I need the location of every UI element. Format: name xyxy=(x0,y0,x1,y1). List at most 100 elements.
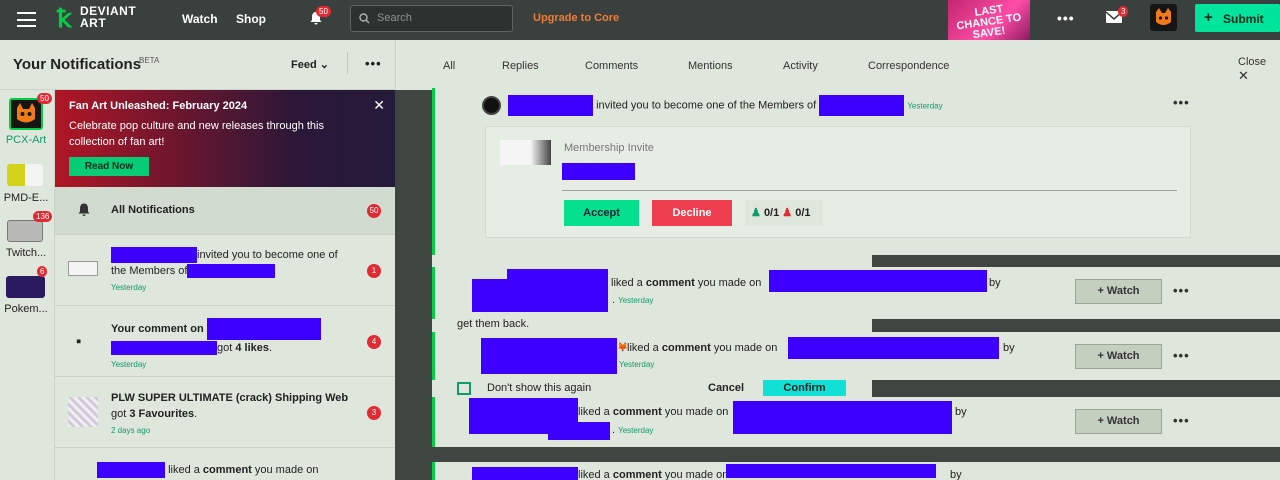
redacted-group xyxy=(819,95,905,116)
like-text-mid: you made on xyxy=(694,277,762,289)
item-time: Yesterday xyxy=(111,360,147,369)
group-sidebar: 50 PCX-Art PMD-E... 136 Twitch... 6 Poke… xyxy=(0,90,55,480)
decline-button[interactable]: Decline xyxy=(652,200,732,226)
like-time: Yesterday xyxy=(619,360,655,369)
all-notifications-count: 50 xyxy=(367,204,381,218)
invite-time: Yesterday xyxy=(907,101,943,111)
cancel-button[interactable]: Cancel xyxy=(708,382,744,394)
group-badge: 50 xyxy=(37,93,52,104)
like-time: Yesterday xyxy=(618,296,654,305)
search-input[interactable]: Search xyxy=(350,5,513,32)
upgrade-to-core-link[interactable]: Upgrade to Core xyxy=(533,12,619,24)
vote-yes: 0/1 xyxy=(763,207,780,219)
card-more-button[interactable]: ••• xyxy=(1173,348,1190,363)
all-notifications-item[interactable]: All Notifications 50 xyxy=(55,187,395,235)
avatar[interactable] xyxy=(482,96,501,115)
page-title: Your Notifications xyxy=(13,56,142,73)
item-title: PLW SUPER ULTIMATE (crack) Shipping Web xyxy=(111,392,349,404)
like-bold: comment xyxy=(645,277,695,289)
watch-button[interactable]: + Watch xyxy=(1075,279,1162,304)
by-text: by xyxy=(955,406,967,418)
item-prefix: Your comment on xyxy=(111,322,207,335)
item-rest: you made on xyxy=(251,463,319,476)
deviantart-logo-icon[interactable]: ꝁ xyxy=(57,6,77,32)
user-avatar[interactable] xyxy=(1150,4,1177,31)
accept-button[interactable]: Accept xyxy=(564,200,639,226)
submit-button[interactable]: + Submit xyxy=(1195,4,1280,32)
group-label: Twitch... xyxy=(5,247,47,259)
list-item[interactable]: ▪ Your comment on got 4 likes. Yesterday… xyxy=(55,306,395,377)
notification-detail-area: invited you to become one of the Members… xyxy=(395,88,1280,480)
twitch-avatar xyxy=(7,220,43,242)
list-item[interactable]: PLW SUPER ULTIMATE (crack) Shipping Web … xyxy=(55,377,395,448)
dont-show-label: Don't show this again xyxy=(487,382,592,394)
card-more-button[interactable]: ••• xyxy=(1173,413,1190,428)
group-badge: 6 xyxy=(37,266,48,277)
redacted-username xyxy=(508,95,593,116)
like-notification-card: liked a comment you made on by . Yesterd… xyxy=(432,267,1280,319)
watch-nav-link[interactable]: Watch xyxy=(182,12,218,26)
group-label: Pokem... xyxy=(4,303,48,315)
like-text: liked a xyxy=(578,406,613,418)
tab-replies[interactable]: Replies xyxy=(502,60,539,72)
beta-tag: BETA xyxy=(139,56,160,65)
redacted-username xyxy=(481,338,617,374)
pcx-art-avatar xyxy=(9,98,43,130)
filter-tabs-bar: All Replies Comments Mentions Activity C… xyxy=(395,40,1280,90)
close-label: Close xyxy=(1238,56,1267,68)
redacted-deviation xyxy=(733,401,952,434)
thumbnail xyxy=(68,261,98,276)
notifications-panel-header: Your Notifications BETA Feed ⌄ ••• xyxy=(0,40,395,90)
deviantart-logo-text[interactable]: DEVIANT ART xyxy=(80,5,136,29)
by-text: by xyxy=(989,277,1001,289)
read-now-button[interactable]: Read Now xyxy=(69,157,149,176)
card-more-button[interactable]: ••• xyxy=(1173,95,1190,110)
vote-no: 0/1 xyxy=(795,207,811,219)
person-yes-icon: ♟ xyxy=(751,207,761,219)
tab-correspondence[interactable]: Correspondence xyxy=(868,60,949,72)
left-more-button[interactable]: ••• xyxy=(365,56,382,71)
like-text-mid: you made on xyxy=(661,406,729,418)
item-bold: comment xyxy=(202,463,252,476)
group-label: PMD-E... xyxy=(3,192,49,204)
tab-all[interactable]: All xyxy=(443,60,455,72)
redacted-deviation xyxy=(788,337,999,359)
close-panel-button[interactable]: Close ✕ xyxy=(1238,56,1280,84)
hamburger-menu-icon[interactable] xyxy=(17,12,36,27)
redacted-deviation xyxy=(769,270,987,292)
redacted-group-name xyxy=(562,163,635,180)
group-label: PCX-Art xyxy=(5,134,47,146)
last-chance-promo-banner[interactable]: LAST CHANCE TO SAVE! xyxy=(948,0,1030,41)
like-bold: comment xyxy=(612,406,662,418)
watch-button[interactable]: + Watch xyxy=(1075,409,1162,434)
card-more-button[interactable]: ••• xyxy=(1173,283,1190,298)
tab-mentions[interactable]: Mentions xyxy=(688,60,733,72)
bell-icon xyxy=(78,203,90,216)
more-menu-button[interactable]: ••• xyxy=(1057,10,1075,26)
item-favs: 3 Favourites xyxy=(129,408,195,420)
redacted-username xyxy=(472,467,578,480)
feed-dropdown[interactable]: Feed ⌄ xyxy=(291,58,329,71)
tab-comments[interactable]: Comments xyxy=(585,60,638,72)
group-badge: 136 xyxy=(33,211,53,222)
list-item[interactable]: invited you to become one of the Members… xyxy=(55,235,395,306)
shop-nav-link[interactable]: Shop xyxy=(236,12,266,26)
group-thumbnail xyxy=(500,140,551,165)
mail-count-badge: 3 xyxy=(1118,6,1129,17)
submit-label: Submit xyxy=(1223,12,1264,26)
invite-text: invited you to become one of the Members… xyxy=(596,99,817,112)
like-notification-card: 🦊 liked a comment you made on by Yesterd… xyxy=(432,332,1280,380)
list-item[interactable]: liked a comment you made on xyxy=(55,448,395,480)
item-text-line2: the Members of xyxy=(111,265,188,278)
like-notification-card: liked a comment you made on by . Yesterd… xyxy=(432,397,1280,447)
tab-activity[interactable]: Activity xyxy=(783,60,818,72)
dont-show-checkbox[interactable] xyxy=(457,382,471,395)
close-icon[interactable]: ✕ xyxy=(373,97,385,114)
confirm-button[interactable]: Confirm xyxy=(763,380,846,396)
watch-button[interactable]: + Watch xyxy=(1075,344,1162,369)
like-text: liked a xyxy=(611,277,646,289)
banner-body: Celebrate pop culture and new releases t… xyxy=(69,120,324,148)
item-time: Yesterday xyxy=(111,283,147,293)
search-icon xyxy=(359,13,370,24)
item-time: 2 days ago xyxy=(111,426,151,435)
